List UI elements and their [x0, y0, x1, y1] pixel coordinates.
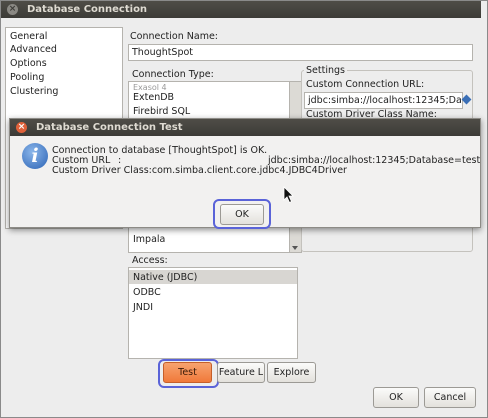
tab-options[interactable]: Options	[10, 57, 120, 70]
info-icon: i	[22, 143, 48, 169]
list-item-partial: Exasol 4	[133, 84, 167, 91]
list-item-extendb[interactable]: ExtenDB	[133, 91, 174, 104]
scroll-down-icon[interactable]	[292, 246, 298, 250]
window-titlebar: × Database Connection	[1, 1, 481, 18]
connection-test-dialog: × Database Connection Test i Connection …	[9, 118, 481, 229]
tab-clustering[interactable]: Clustering	[10, 85, 120, 98]
tab-advanced[interactable]: Advanced	[10, 43, 120, 56]
access-jndi[interactable]: JNDI	[133, 301, 153, 314]
mouse-cursor-icon	[283, 186, 294, 204]
access-list[interactable]: Native (JDBC) ODBC JNDI	[128, 267, 298, 359]
connection-name-label: Connection Name:	[130, 31, 219, 42]
custom-url-label: Custom Connection URL:	[306, 79, 425, 90]
test-button[interactable]: Test	[163, 362, 212, 383]
tab-pooling[interactable]: Pooling	[10, 71, 120, 84]
access-label: Access:	[132, 255, 168, 266]
dialog-close-icon[interactable]: ×	[16, 122, 27, 133]
connection-type-label: Connection Type:	[132, 69, 214, 80]
list-item-impala[interactable]: Impala	[133, 233, 165, 246]
access-native-jdbc[interactable]: Native (JDBC)	[133, 271, 197, 284]
explore-button[interactable]: Explore	[267, 362, 316, 383]
dialog-ok-button[interactable]: OK	[220, 204, 264, 225]
window-title: Database Connection	[27, 4, 148, 15]
tab-general[interactable]: General	[10, 30, 120, 43]
list-item-firebird[interactable]: Firebird SQL	[133, 105, 190, 118]
custom-url-input[interactable]: jdbc:simba://localhost:12345;Dat	[304, 92, 463, 109]
dialog-title: Database Connection Test	[36, 122, 183, 133]
cancel-button[interactable]: Cancel	[424, 387, 476, 408]
settings-label: Settings	[304, 65, 347, 76]
ok-button[interactable]: OK	[373, 387, 419, 408]
close-icon[interactable]: ×	[7, 4, 18, 15]
feature-list-button[interactable]: Feature L	[217, 362, 265, 383]
dialog-driver-class: Custom Driver Class:com.simba.client.cor…	[52, 165, 347, 176]
access-odbc[interactable]: ODBC	[133, 286, 161, 299]
custom-driver-label: Custom Driver Class Name:	[306, 109, 437, 118]
connection-name-input[interactable]: ThoughtSpot	[128, 44, 473, 61]
dialog-titlebar: × Database Connection Test	[10, 119, 480, 136]
